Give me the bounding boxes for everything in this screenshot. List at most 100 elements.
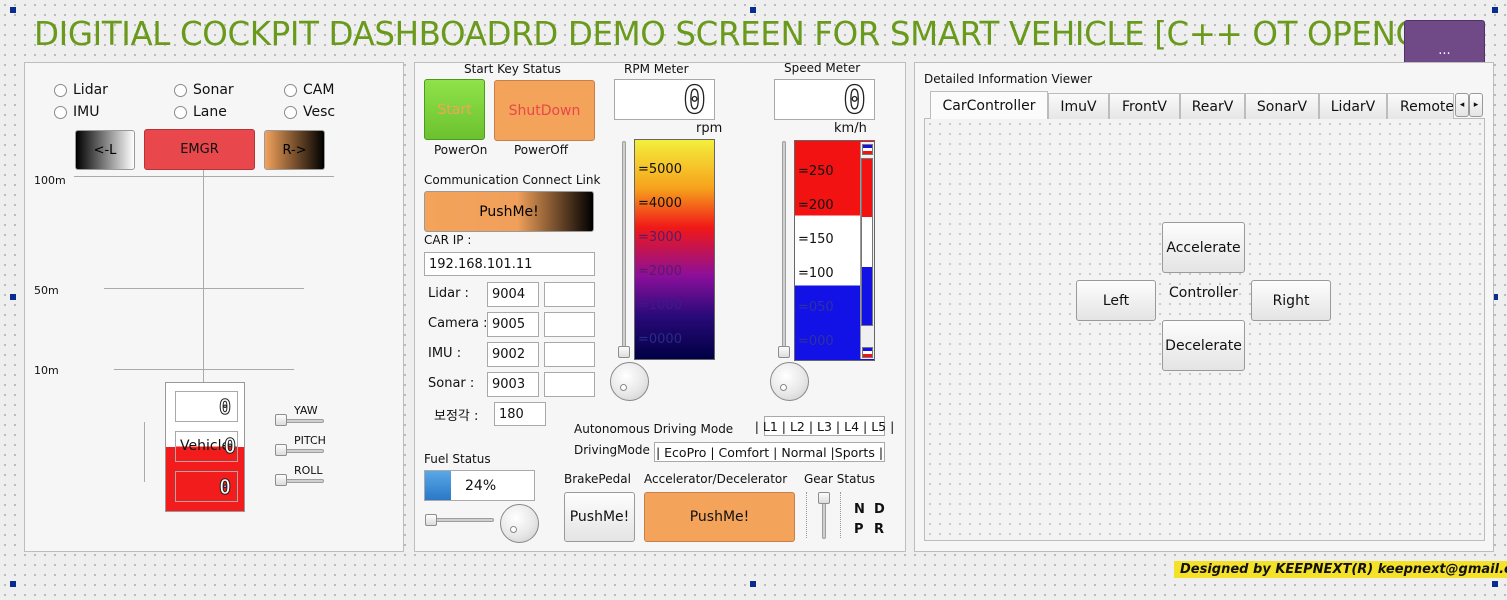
- distance-label-50m: 50m: [34, 284, 59, 297]
- port-label-sonar: Sonar :: [428, 376, 475, 391]
- radio-vesc[interactable]: Vesc: [284, 104, 335, 120]
- speed-dial[interactable]: [770, 362, 809, 401]
- start-key-heading: Start Key Status: [464, 62, 561, 76]
- speed-scroll-thumb[interactable]: [861, 158, 873, 326]
- right-button[interactable]: Right: [1251, 280, 1331, 321]
- accelerator-button[interactable]: PushMe!: [644, 492, 795, 542]
- speed-heading: Speed Meter: [784, 61, 861, 75]
- roll-slider-handle[interactable]: [275, 474, 287, 486]
- tab-scroll-left-icon[interactable]: ◂: [1455, 93, 1469, 117]
- radio-dot[interactable]: [54, 83, 67, 97]
- shutdown-button[interactable]: ShutDown: [494, 80, 595, 141]
- rpm-tick-label: =2000: [638, 264, 682, 279]
- selection-handle: [10, 581, 16, 587]
- distance-label-10m: 10m: [34, 364, 59, 377]
- tab-frontv[interactable]: FrontV: [1109, 93, 1180, 119]
- pitch-slider-handle[interactable]: [275, 444, 287, 456]
- radio-dot[interactable]: [174, 83, 187, 97]
- speed-tick-label: =050: [798, 300, 834, 315]
- rpm-dial[interactable]: [610, 362, 649, 401]
- autonomous-level-selector[interactable]: | L1 | L2 | L3 | L4 | L5 |: [755, 416, 894, 436]
- rpm-tick-label: =3000: [638, 230, 682, 245]
- radio-lidar[interactable]: Lidar: [54, 82, 108, 98]
- gear-slider-handle[interactable]: [818, 492, 830, 504]
- tab-scroll-right-icon[interactable]: ▸: [1469, 93, 1483, 117]
- camera-status-field[interactable]: [544, 312, 595, 337]
- speed-tick-label: =200: [798, 198, 834, 213]
- speed-slider-handle[interactable]: [778, 346, 790, 358]
- port-label-lidar: Lidar :: [428, 286, 469, 301]
- accelerate-button[interactable]: Accelerate: [1162, 222, 1245, 273]
- rpm-slider-handle[interactable]: [618, 346, 630, 358]
- fuel-slider-handle[interactable]: [425, 514, 437, 526]
- radio-dot[interactable]: [54, 105, 67, 119]
- rpm-unit: rpm: [696, 121, 723, 136]
- selection-handle: [750, 7, 756, 13]
- power-on-label: PowerOn: [434, 143, 488, 157]
- speed-digit: 0: [842, 77, 868, 122]
- radio-sonar[interactable]: Sonar: [174, 82, 234, 98]
- speed-display: 0: [774, 77, 875, 122]
- lidar-port-field[interactable]: 9004: [487, 282, 539, 307]
- vehicle-lcd-bottom: 0: [175, 471, 238, 502]
- radio-label: Lidar: [73, 82, 108, 98]
- correction-angle-field[interactable]: 180: [494, 402, 546, 426]
- radio-lane[interactable]: Lane: [174, 104, 227, 120]
- camera-port-field[interactable]: 9005: [487, 312, 539, 337]
- tab-sonarv[interactable]: SonarV: [1245, 93, 1319, 119]
- fuel-slider-track[interactable]: [428, 518, 494, 522]
- sonar-status-field[interactable]: [544, 372, 595, 397]
- rpm-tick-label: =0000: [638, 332, 682, 347]
- brake-pedal-button[interactable]: PushMe!: [564, 492, 635, 542]
- distance-line-10m: [114, 369, 294, 370]
- scroll-up-arrow-icon[interactable]: [862, 144, 873, 155]
- center-line: [203, 170, 204, 382]
- gear-heading: Gear Status: [804, 472, 876, 486]
- tab-carcontroller[interactable]: CarController: [930, 91, 1048, 119]
- tab-rearv[interactable]: RearV: [1180, 93, 1245, 119]
- decelerate-button[interactable]: Decelerate: [1162, 320, 1245, 371]
- lcd-digit: 0: [223, 434, 237, 459]
- footer-credit: Designed by KEEPNEXT(R) keepnext@gmail.c…: [1174, 561, 1507, 578]
- radio-cam[interactable]: CAM: [284, 82, 334, 98]
- tab-remote[interactable]: Remote: [1387, 93, 1454, 119]
- emergency-button[interactable]: EMGR: [144, 129, 255, 170]
- distance-line-100m: [74, 176, 334, 177]
- driving-mode-selector[interactable]: | EcoPro | Comfort | Normal |Sports |: [654, 442, 885, 462]
- radio-dot[interactable]: [174, 105, 187, 119]
- radio-dot[interactable]: [284, 83, 297, 97]
- autonomous-mode-label: Autonomous Driving Mode: [574, 422, 734, 436]
- imu-status-field[interactable]: [544, 342, 595, 367]
- vehicle-label: Vehicle: [180, 438, 231, 454]
- gear-n: N: [854, 502, 865, 517]
- rpm-tick-label: =4000: [638, 196, 682, 211]
- tab-lidarv[interactable]: LidarV: [1319, 93, 1387, 119]
- tab-imuv[interactable]: ImuV: [1048, 93, 1109, 119]
- speed-slider-track[interactable]: [782, 141, 786, 357]
- car-ip-field[interactable]: 192.168.101.11: [424, 252, 595, 276]
- gear-p: P: [854, 522, 864, 537]
- brake-heading: BrakePedal: [564, 472, 631, 486]
- lidar-status-field[interactable]: [544, 282, 595, 307]
- turn-left-button[interactable]: <-L: [75, 130, 135, 170]
- start-button[interactable]: Start: [424, 79, 485, 140]
- imu-port-field[interactable]: 9002: [487, 342, 539, 367]
- speed-tick-label: =000: [798, 334, 834, 349]
- sonar-port-field[interactable]: 9003: [487, 372, 539, 397]
- gear-ticks: [806, 492, 810, 538]
- selection-handle: [10, 7, 16, 13]
- fuel-heading: Fuel Status: [424, 452, 491, 466]
- rpm-slider-track[interactable]: [622, 141, 626, 357]
- fuel-dial[interactable]: [500, 504, 539, 543]
- left-button[interactable]: Left: [1076, 280, 1156, 321]
- scroll-down-arrow-icon[interactable]: [862, 347, 873, 358]
- yaw-label: YAW: [294, 404, 318, 417]
- roll-label: ROLL: [294, 464, 323, 477]
- turn-right-button[interactable]: R->: [264, 130, 325, 170]
- radio-dot[interactable]: [284, 105, 297, 119]
- comm-push-button[interactable]: PushMe!: [424, 191, 594, 232]
- yaw-slider-handle[interactable]: [275, 414, 287, 426]
- radio-imu[interactable]: IMU: [54, 104, 99, 120]
- speed-tick-label: =250: [798, 164, 834, 179]
- gear-r: R: [874, 522, 885, 537]
